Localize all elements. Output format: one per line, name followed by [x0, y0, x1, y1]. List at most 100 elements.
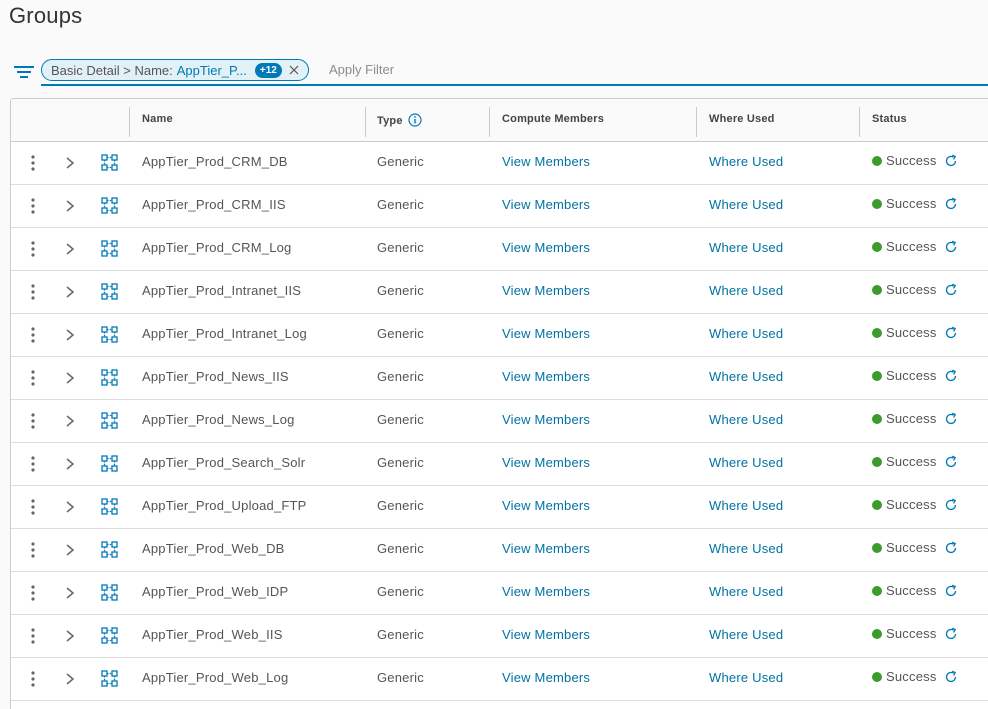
group-icon — [101, 670, 118, 687]
where-used-link[interactable]: Where Used — [709, 369, 783, 384]
info-icon[interactable] — [408, 113, 422, 127]
chevron-right-icon[interactable] — [63, 198, 77, 214]
kebab-menu-icon[interactable] — [26, 153, 40, 173]
view-members-link[interactable]: View Members — [502, 627, 590, 642]
chevron-right-icon[interactable] — [63, 671, 77, 687]
chevron-right-icon[interactable] — [63, 241, 77, 257]
status-cell: Success — [872, 411, 958, 426]
view-members-link[interactable]: View Members — [502, 283, 590, 298]
column-header-type[interactable]: Type — [377, 113, 422, 127]
refresh-icon[interactable] — [944, 283, 958, 297]
apply-filter-input[interactable]: Apply Filter — [329, 62, 394, 77]
kebab-menu-icon[interactable] — [26, 239, 40, 259]
column-header-type-label: Type — [377, 115, 403, 127]
where-used-link[interactable]: Where Used — [709, 627, 783, 642]
group-icon — [101, 283, 118, 300]
chevron-right-icon[interactable] — [63, 585, 77, 601]
group-type: Generic — [377, 627, 424, 642]
column-header-status[interactable]: Status — [872, 113, 907, 125]
where-used-link[interactable]: Where Used — [709, 326, 783, 341]
where-used-link[interactable]: Where Used — [709, 541, 783, 556]
filter-bar[interactable]: Basic Detail > Name: AppTier_P... +12 Ap… — [12, 58, 988, 86]
view-members-link[interactable]: View Members — [502, 498, 590, 513]
page-title: Groups — [9, 3, 83, 28]
filter-chip[interactable]: Basic Detail > Name: AppTier_P... +12 — [41, 59, 309, 81]
refresh-icon[interactable] — [944, 627, 958, 641]
view-members-link[interactable]: View Members — [502, 455, 590, 470]
group-icon — [101, 584, 118, 601]
refresh-icon[interactable] — [944, 240, 958, 254]
success-status-icon — [872, 198, 882, 209]
view-members-link[interactable]: View Members — [502, 541, 590, 556]
chevron-right-icon[interactable] — [63, 284, 77, 300]
kebab-menu-icon[interactable] — [26, 282, 40, 302]
chevron-right-icon[interactable] — [63, 413, 77, 429]
view-members-link[interactable]: View Members — [502, 369, 590, 384]
where-used-link[interactable]: Where Used — [709, 455, 783, 470]
column-separator[interactable] — [365, 107, 366, 137]
chevron-right-icon[interactable] — [63, 542, 77, 558]
chevron-right-icon[interactable] — [63, 628, 77, 644]
chevron-right-icon[interactable] — [63, 370, 77, 386]
kebab-menu-icon[interactable] — [26, 669, 40, 689]
refresh-icon[interactable] — [944, 369, 958, 383]
close-icon[interactable] — [289, 65, 299, 75]
refresh-icon[interactable] — [944, 541, 958, 555]
column-separator[interactable] — [129, 107, 130, 137]
status-text: Success — [886, 239, 937, 254]
refresh-icon[interactable] — [944, 326, 958, 340]
filter-icon[interactable] — [13, 63, 35, 81]
chevron-right-icon[interactable] — [63, 327, 77, 343]
kebab-menu-icon[interactable] — [26, 454, 40, 474]
column-header-compute-members[interactable]: Compute Members — [502, 113, 604, 125]
where-used-link[interactable]: Where Used — [709, 498, 783, 513]
kebab-menu-icon[interactable] — [26, 325, 40, 345]
column-separator[interactable] — [489, 107, 490, 137]
status-cell: Success — [872, 669, 958, 684]
where-used-link[interactable]: Where Used — [709, 154, 783, 169]
chevron-right-icon[interactable] — [63, 155, 77, 171]
refresh-icon[interactable] — [944, 584, 958, 598]
view-members-link[interactable]: View Members — [502, 670, 590, 685]
refresh-icon[interactable] — [944, 670, 958, 684]
where-used-link[interactable]: Where Used — [709, 584, 783, 599]
where-used-link[interactable]: Where Used — [709, 197, 783, 212]
view-members-link[interactable]: View Members — [502, 412, 590, 427]
status-text: Success — [886, 669, 937, 684]
where-used-link[interactable]: Where Used — [709, 240, 783, 255]
view-members-link[interactable]: View Members — [502, 240, 590, 255]
kebab-menu-icon[interactable] — [26, 497, 40, 517]
refresh-icon[interactable] — [944, 498, 958, 512]
table-row: AppTier_Prod_CRM_Log Generic View Member… — [11, 228, 988, 271]
view-members-link[interactable]: View Members — [502, 584, 590, 599]
where-used-link[interactable]: Where Used — [709, 283, 783, 298]
view-members-link[interactable]: View Members — [502, 326, 590, 341]
chevron-right-icon[interactable] — [63, 499, 77, 515]
refresh-icon[interactable] — [944, 455, 958, 469]
kebab-menu-icon[interactable] — [26, 196, 40, 216]
filter-chip-label: Basic Detail > Name: — [51, 62, 173, 78]
refresh-icon[interactable] — [944, 154, 958, 168]
column-separator[interactable] — [696, 107, 697, 137]
view-members-link[interactable]: View Members — [502, 197, 590, 212]
refresh-icon[interactable] — [944, 197, 958, 211]
kebab-menu-icon[interactable] — [26, 583, 40, 603]
table-row: AppTier_Prod_Web_IDP Generic View Member… — [11, 572, 988, 615]
column-header-name[interactable]: Name — [142, 113, 173, 125]
column-separator[interactable] — [859, 107, 860, 137]
success-status-icon — [872, 671, 882, 682]
refresh-icon[interactable] — [944, 412, 958, 426]
group-name: AppTier_Prod_Web_Log — [142, 670, 289, 685]
success-status-icon — [872, 284, 882, 295]
chevron-right-icon[interactable] — [63, 456, 77, 472]
column-header-where-used[interactable]: Where Used — [709, 113, 775, 125]
kebab-menu-icon[interactable] — [26, 411, 40, 431]
where-used-link[interactable]: Where Used — [709, 412, 783, 427]
view-members-link[interactable]: View Members — [502, 154, 590, 169]
kebab-menu-icon[interactable] — [26, 626, 40, 646]
where-used-link[interactable]: Where Used — [709, 670, 783, 685]
kebab-menu-icon[interactable] — [26, 540, 40, 560]
group-type: Generic — [377, 369, 424, 384]
kebab-menu-icon[interactable] — [26, 368, 40, 388]
status-text: Success — [886, 583, 937, 598]
